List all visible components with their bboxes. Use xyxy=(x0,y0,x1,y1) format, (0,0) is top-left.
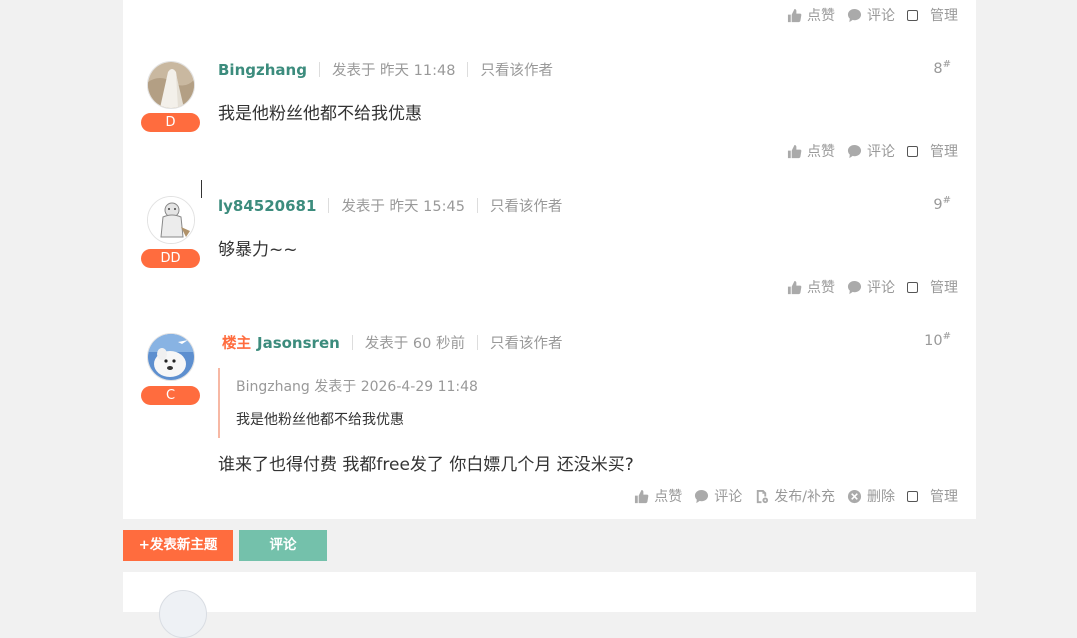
author-name[interactable]: Jasonsren xyxy=(257,334,340,352)
divider xyxy=(318,62,320,77)
speech-bubble-icon xyxy=(847,144,862,158)
comment-button[interactable]: 评论 xyxy=(847,5,895,25)
publish-supplement-button[interactable]: 发布/补充 xyxy=(754,486,835,506)
floor-value: 8 xyxy=(933,60,943,77)
like-label: 点赞 xyxy=(807,8,835,24)
like-label: 点赞 xyxy=(807,144,835,160)
manage-checkbox[interactable]: 管理 xyxy=(907,5,958,25)
thumbs-up-icon xyxy=(787,144,802,158)
floor-number[interactable]: 10# xyxy=(924,331,951,349)
speech-bubble-icon xyxy=(847,280,862,294)
manage-checkbox[interactable]: 管理 xyxy=(907,486,958,506)
post-time: 发表于 昨天 15:45 xyxy=(341,199,465,215)
comment-reply-button[interactable]: 评论 xyxy=(239,530,327,561)
divider xyxy=(328,198,330,213)
delete-button[interactable]: 删除 xyxy=(847,486,895,506)
post-content: 我是他粉丝他都不给我优惠 xyxy=(218,104,422,124)
post-list-panel: 点赞 评论 管理 D Bingzhang 发表于 昨天 11:48 只看该作者 … xyxy=(123,0,976,519)
comment-button[interactable]: 评论 xyxy=(847,141,895,161)
checkbox-icon[interactable] xyxy=(907,9,918,21)
post-content: 谁来了也得付费 我都free发了 你白嫖几个月 还没米买? xyxy=(218,455,634,475)
like-button[interactable]: 点赞 xyxy=(787,5,835,25)
manage-label: 管理 xyxy=(930,8,958,24)
manage-label: 管理 xyxy=(930,489,958,505)
thumbs-up-icon xyxy=(787,280,802,294)
checkbox-icon[interactable] xyxy=(907,490,918,502)
like-button[interactable]: 点赞 xyxy=(787,277,835,297)
comment-label: 评论 xyxy=(867,8,895,24)
owner-tag: 楼主 xyxy=(222,336,251,352)
author-name[interactable]: Bingzhang xyxy=(218,61,307,79)
manage-checkbox[interactable]: 管理 xyxy=(907,141,958,161)
author-name[interactable]: ly84520681 xyxy=(218,197,316,215)
comment-label: 评论 xyxy=(714,489,743,505)
post-time: 发表于 60 秒前 xyxy=(364,336,465,352)
post-meta: 楼主 Jasonsren 发表于 60 秒前 只看该作者 xyxy=(222,332,562,353)
post-content: 够暴力~~ xyxy=(218,240,298,260)
divider xyxy=(476,198,478,213)
post-time: 发表于 昨天 11:48 xyxy=(331,63,456,79)
post-actions: 点赞 评论 发布/补充 删除 管理 xyxy=(622,486,958,506)
avatar[interactable] xyxy=(159,590,207,638)
floor-mark: # xyxy=(942,59,951,70)
checkbox-icon[interactable] xyxy=(907,145,918,157)
thumbs-up-icon xyxy=(635,489,649,503)
new-topic-button[interactable]: +发表新主题 xyxy=(123,530,233,561)
like-button[interactable]: 点赞 xyxy=(634,486,682,506)
publish-label: 发布/补充 xyxy=(774,489,835,505)
post-meta: ly84520681 发表于 昨天 15:45 只看该作者 xyxy=(218,195,562,216)
post-actions-top: 点赞 评论 管理 xyxy=(775,5,958,25)
manage-checkbox[interactable]: 管理 xyxy=(907,277,958,297)
comment-button[interactable]: 评论 xyxy=(847,277,895,297)
like-label: 点赞 xyxy=(654,489,683,505)
speech-bubble-icon xyxy=(695,489,709,503)
delete-label: 删除 xyxy=(867,489,895,505)
quote-header: Bingzhang 发表于 2026-4-29 11:48 xyxy=(236,379,478,395)
comment-button[interactable]: 评论 xyxy=(694,486,742,506)
quoted-reply: Bingzhang 发表于 2026-4-29 11:48 我是他粉丝他都不给我… xyxy=(218,368,518,438)
floor-value: 10 xyxy=(924,332,943,349)
floor-number[interactable]: 8# xyxy=(933,59,951,77)
only-author-link[interactable]: 只看该作者 xyxy=(490,195,563,216)
avatar-image xyxy=(148,197,194,243)
divider xyxy=(351,335,353,350)
only-author-link[interactable]: 只看该作者 xyxy=(490,332,563,353)
floor-mark: # xyxy=(942,331,951,342)
user-level-badge: C xyxy=(141,386,200,405)
manage-label: 管理 xyxy=(930,280,958,296)
avatar-image xyxy=(148,62,194,108)
divider xyxy=(467,62,469,77)
text-cursor xyxy=(201,180,202,198)
divider xyxy=(476,335,478,350)
thumbs-up-icon xyxy=(787,8,802,22)
comment-label: 评论 xyxy=(867,144,895,160)
floor-mark: # xyxy=(942,195,951,206)
user-level-badge: D xyxy=(141,113,200,132)
delete-circle-icon xyxy=(847,489,862,503)
avatar[interactable] xyxy=(147,61,195,109)
post-meta: Bingzhang 发表于 昨天 11:48 只看该作者 xyxy=(218,59,553,80)
floor-value: 9 xyxy=(933,196,943,213)
avatar[interactable] xyxy=(147,333,195,381)
comment-label: 评论 xyxy=(867,280,895,296)
quote-text: 我是他粉丝他都不给我优惠 xyxy=(236,412,404,428)
speech-bubble-icon xyxy=(847,8,862,22)
avatar[interactable] xyxy=(147,196,195,244)
avatar-image xyxy=(148,334,194,380)
like-button[interactable]: 点赞 xyxy=(787,141,835,161)
post-actions: 点赞 评论 管理 xyxy=(775,277,958,297)
user-level-badge: DD xyxy=(141,249,200,268)
only-author-link[interactable]: 只看该作者 xyxy=(480,59,553,80)
post-actions: 点赞 评论 管理 xyxy=(775,141,958,161)
next-post-panel xyxy=(123,572,976,638)
manage-label: 管理 xyxy=(930,144,958,160)
like-label: 点赞 xyxy=(807,280,835,296)
floor-number[interactable]: 9# xyxy=(933,195,951,213)
edit-document-icon xyxy=(757,489,769,503)
checkbox-icon[interactable] xyxy=(907,281,918,293)
